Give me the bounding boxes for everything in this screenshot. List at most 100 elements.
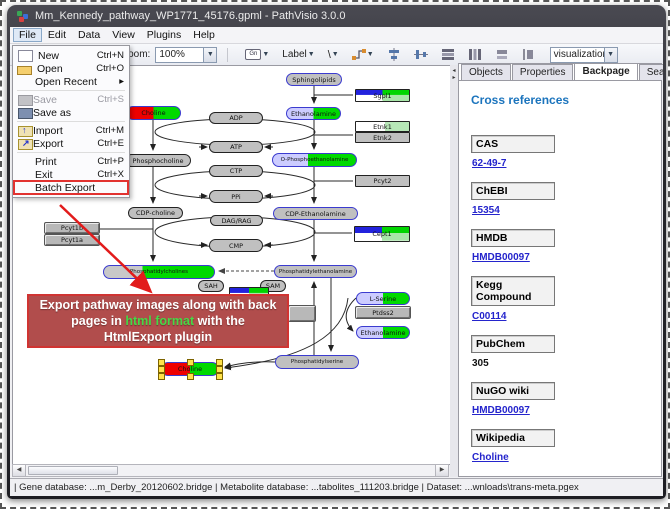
- pathway-node-cdp-ethanolamine[interactable]: CDP-Ethanolamine: [273, 207, 358, 220]
- pathway-node-phosphatidylserine[interactable]: Phosphatidylserine: [275, 355, 359, 369]
- align-vertical-center-button[interactable]: [412, 47, 430, 62]
- status-bar: | Gene database: ...m_Derby_20120602.bri…: [10, 478, 663, 496]
- tab-backpage[interactable]: Backpage: [574, 63, 637, 80]
- pathway-node-hidden-box[interactable]: [288, 305, 316, 322]
- xref-value-nugo-wiki[interactable]: HMDB00097: [472, 405, 661, 416]
- file-menu-item-open[interactable]: OpenCtrl+O: [14, 62, 128, 75]
- panel-splitter[interactable]: ◂▸: [450, 65, 458, 477]
- pathway-node-pcyt2[interactable]: Pcyt2: [355, 175, 410, 187]
- xref-value-chebi[interactable]: 15354: [472, 205, 661, 216]
- menu-file[interactable]: File: [13, 28, 42, 42]
- pathway-node-phosphatidylcholines[interactable]: Phosphatidylcholines: [103, 265, 215, 279]
- file-menu-item-new[interactable]: NewCtrl+N: [14, 49, 128, 62]
- file-menu-item-save[interactable]: SaveCtrl+S: [14, 93, 128, 106]
- pathway-node-cmp[interactable]: CMP: [209, 239, 263, 252]
- selection-handle[interactable]: [158, 373, 165, 380]
- xref-value-cas[interactable]: 62-49-7: [472, 158, 661, 169]
- common-height-button[interactable]: [520, 47, 538, 62]
- pathway-node-pcyt1b[interactable]: Pcyt1b: [44, 222, 100, 234]
- pathway-node-sphingolipids[interactable]: Sphingolipids: [286, 73, 342, 86]
- menu-shortcut: Ctrl+M: [96, 125, 124, 136]
- scrollbar-thumb[interactable]: [28, 466, 118, 475]
- node-label: Pcyt1b: [61, 224, 83, 232]
- pathway-node-o-phosphoethanolamine[interactable]: O-Phosphoethanolamine: [272, 153, 357, 167]
- xref-value-wikipedia[interactable]: Choline: [472, 452, 661, 463]
- node-label: Phosphatidylethanolamine: [279, 269, 352, 275]
- new-line-button[interactable]: \ ▼: [326, 48, 341, 62]
- file-menu-item-open-recent[interactable]: Open Recent▸: [14, 75, 128, 88]
- pathway-node-atp[interactable]: ATP: [209, 141, 263, 153]
- visualization-combobox[interactable]: visualization ▼: [550, 47, 618, 63]
- selection-handle[interactable]: [187, 359, 194, 366]
- file-menu-item-export[interactable]: ExportCtrl+E: [14, 137, 128, 150]
- file-menu-item-batch-export[interactable]: Batch Export: [14, 181, 128, 194]
- stack-vertical-button[interactable]: [439, 47, 457, 62]
- selection-handle[interactable]: [187, 373, 194, 380]
- pathway-node-sgpl1[interactable]: Sgpl1: [355, 89, 410, 102]
- pathway-node-phosphatidylethanolamine[interactable]: Phosphatidylethanolamine: [274, 265, 357, 278]
- align-horizontal-center-button[interactable]: [385, 47, 403, 62]
- title-bar[interactable]: Mm_Kennedy_pathway_WP1771_45176.gpml - P…: [7, 5, 666, 27]
- gene-node-icon: Gn: [245, 49, 261, 60]
- pathway-node-etnk1[interactable]: Etnk1: [355, 121, 410, 132]
- file-menu-item-exit[interactable]: ExitCtrl+X: [14, 168, 128, 181]
- node-label: Etnk2: [373, 134, 392, 142]
- common-width-button[interactable]: [493, 47, 511, 62]
- tab-objects[interactable]: Objects: [461, 64, 511, 80]
- pathway-node-etnk2[interactable]: Etnk2: [355, 132, 410, 143]
- pathway-node-sah[interactable]: SAH: [198, 280, 224, 292]
- file-menu-item-save-as[interactable]: Save as: [14, 106, 128, 119]
- menu-view[interactable]: View: [106, 28, 141, 42]
- node-label: Phosphocholine: [132, 157, 183, 165]
- new-label-button[interactable]: Label ▼: [280, 48, 316, 61]
- selection-handle[interactable]: [216, 359, 223, 366]
- menu-data[interactable]: Data: [72, 28, 106, 42]
- menu-help[interactable]: Help: [187, 28, 221, 42]
- menu-shortcut: Ctrl+X: [97, 169, 124, 180]
- pathway-node-l-serine[interactable]: L-Serine: [356, 292, 410, 305]
- annotation-callout: Export pathway images along with back pa…: [27, 294, 289, 348]
- pathway-node-ctp[interactable]: CTP: [209, 165, 263, 177]
- selection-handle[interactable]: [158, 359, 165, 366]
- selection-handle[interactable]: [158, 366, 165, 373]
- menu-plugins[interactable]: Plugins: [141, 28, 187, 42]
- pathway-node-ptdss2[interactable]: Ptdss2: [355, 306, 411, 319]
- app-window: Mm_Kennedy_pathway_WP1771_45176.gpml - P…: [7, 5, 666, 499]
- scroll-left-icon[interactable]: ◀: [13, 465, 26, 476]
- zoom-combobox[interactable]: 100% ▼: [155, 47, 217, 63]
- chevron-down-icon: ▼: [367, 51, 374, 58]
- new-connector-button[interactable]: ▼: [350, 47, 376, 62]
- selection-handle[interactable]: [216, 373, 223, 380]
- splitter-collapse-icons[interactable]: ◂▸: [450, 68, 458, 82]
- file-menu-item-import[interactable]: Import Ctrl+M: [14, 124, 128, 137]
- pathway-node-adp[interactable]: ADP: [209, 112, 263, 124]
- pathway-node-cept1[interactable]: Cept1: [354, 226, 410, 242]
- pathway-node-ethanolamine-bottom[interactable]: Ethanolamine: [356, 326, 410, 339]
- tab-properties[interactable]: Properties: [512, 64, 574, 80]
- node-label: PPi: [231, 193, 241, 201]
- scroll-right-icon[interactable]: ▶: [435, 465, 448, 476]
- label-button-text: Label: [282, 49, 306, 60]
- pathway-node-ethanolamine-top[interactable]: Ethanolamine: [286, 107, 341, 120]
- selection-handle[interactable]: [216, 366, 223, 373]
- pathway-node-choline-top[interactable]: Choline: [126, 106, 181, 120]
- menu-item-label: Import: [33, 125, 88, 137]
- pathway-node-pcyt1a[interactable]: Pcyt1a: [44, 234, 100, 246]
- pathway-node-dag[interactable]: DAG/RAG: [210, 215, 263, 226]
- menu-shortcut: Ctrl+E: [97, 138, 124, 149]
- new-datanode-button[interactable]: Gn ▼: [243, 48, 271, 61]
- stack-horizontal-button[interactable]: [466, 47, 484, 62]
- xref-section-cas: CAS62-49-7: [471, 135, 661, 169]
- xref-value-hmdb[interactable]: HMDB00097: [472, 252, 661, 263]
- canvas-horizontal-scrollbar[interactable]: ◀ ▶: [12, 464, 449, 477]
- zoom-value: 100%: [156, 49, 203, 60]
- tab-search[interactable]: Search: [639, 64, 663, 80]
- open-icon: [17, 66, 32, 75]
- xref-value-kegg-compound[interactable]: C00114: [472, 311, 661, 322]
- file-menu-item-print[interactable]: PrintCtrl+P: [14, 155, 128, 168]
- node-label: Choline: [178, 365, 202, 373]
- pathway-node-cdp-choline[interactable]: CDP-choline: [128, 207, 183, 219]
- pathway-node-phosphocholine[interactable]: Phosphocholine: [125, 154, 191, 167]
- pathway-node-ppi[interactable]: PPi: [209, 190, 263, 203]
- menu-edit[interactable]: Edit: [42, 28, 72, 42]
